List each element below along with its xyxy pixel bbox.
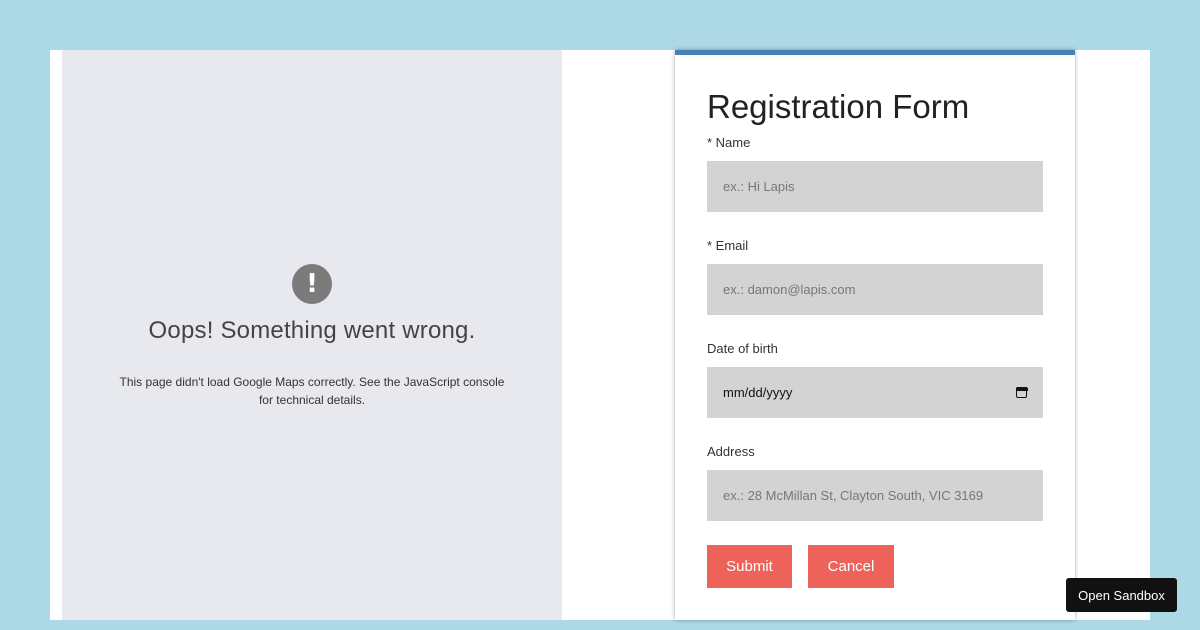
- dob-value: mm/dd/yyyy: [723, 385, 793, 400]
- submit-button[interactable]: Submit: [707, 545, 792, 588]
- name-field[interactable]: ex.: Hi Lapis: [707, 161, 1043, 212]
- address-placeholder: ex.: 28 McMillan St, Clayton South, VIC …: [723, 488, 984, 503]
- form-title: Registration Form: [707, 88, 970, 125]
- exclamation-icon: !: [292, 264, 332, 304]
- email-label: * Email: [707, 238, 749, 253]
- page-frame: ! Oops! Something went wrong. This page …: [50, 50, 1150, 620]
- dob-field[interactable]: mm/dd/yyyy: [707, 367, 1043, 418]
- map-error-title: Oops! Something went wrong.: [148, 317, 476, 344]
- map-panel[interactable]: ! Oops! Something went wrong. This page …: [62, 50, 562, 620]
- address-field[interactable]: ex.: 28 McMillan St, Clayton South, VIC …: [707, 470, 1043, 521]
- address-label: Address: [707, 444, 755, 459]
- calendar-icon[interactable]: [1015, 386, 1028, 398]
- dob-label: Date of birth: [707, 341, 778, 356]
- name-placeholder: ex.: Hi Lapis: [723, 179, 795, 194]
- cancel-button[interactable]: Cancel: [808, 545, 894, 588]
- email-placeholder: ex.: damon@lapis.com: [723, 282, 856, 297]
- email-field[interactable]: ex.: damon@lapis.com: [707, 264, 1043, 315]
- registration-form: Registration Form * Name ex.: Hi Lapis *…: [675, 50, 1075, 620]
- map-error: ! Oops! Something went wrong. This page …: [62, 264, 562, 409]
- name-label: * Name: [707, 135, 751, 150]
- open-sandbox-button[interactable]: Open Sandbox: [1066, 578, 1177, 612]
- map-error-message: This page didn't load Google Maps correc…: [119, 375, 505, 407]
